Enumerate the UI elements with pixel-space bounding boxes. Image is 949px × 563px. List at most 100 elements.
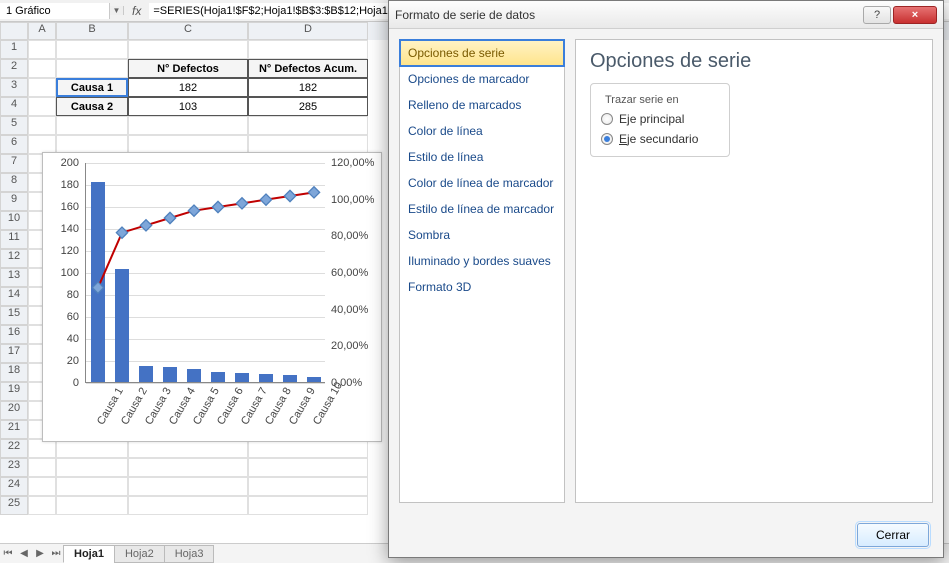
sheet-nav-next-icon[interactable]: ▶ (32, 548, 48, 559)
radio-primary-axis[interactable]: Eje principal (601, 112, 719, 126)
col-header-A[interactable]: A (28, 22, 56, 40)
row-header[interactable]: 17 (0, 344, 28, 363)
row-header[interactable]: 12 (0, 249, 28, 268)
embedded-chart[interactable]: 020406080100120140160180200 0,00%20,00%4… (42, 152, 382, 442)
dialog-nav-item[interactable]: Relleno de marcados (400, 92, 564, 118)
dialog-nav-item[interactable]: Formato 3D (400, 274, 564, 300)
row-header[interactable]: 3 (0, 78, 28, 97)
cell[interactable] (248, 40, 368, 59)
row-header[interactable]: 22 (0, 439, 28, 458)
cell[interactable]: 182 (128, 78, 248, 97)
cell[interactable] (28, 59, 56, 78)
chart-y-axis-primary: 020406080100120140160180200 (43, 163, 83, 383)
cell[interactable] (28, 97, 56, 116)
y-tick-label: 200 (61, 157, 79, 169)
chart-y-axis-secondary: 0,00%20,00%40,00%60,00%80,00%100,00%120,… (327, 163, 381, 383)
cell[interactable]: Causa 2 (56, 97, 128, 116)
cell[interactable] (28, 78, 56, 97)
cell[interactable] (248, 458, 368, 477)
x-tick-label: Causa 10 (311, 380, 345, 427)
cell[interactable] (56, 496, 128, 515)
dialog-nav-item[interactable]: Opciones de serie (399, 39, 565, 67)
cell[interactable] (28, 477, 56, 496)
dialog-nav-item[interactable]: Color de línea (400, 118, 564, 144)
row-header[interactable]: 20 (0, 401, 28, 420)
row-header[interactable]: 23 (0, 458, 28, 477)
cell[interactable]: Causa 1 (56, 78, 128, 97)
dialog-nav-pane: Opciones de serieOpciones de marcadorRel… (399, 39, 565, 503)
cell[interactable] (56, 116, 128, 135)
col-header-D[interactable]: D (248, 22, 368, 40)
row-header[interactable]: 15 (0, 306, 28, 325)
sheet-tab-hoja1[interactable]: Hoja1 (63, 545, 115, 563)
cell[interactable] (128, 458, 248, 477)
row-header[interactable]: 7 (0, 154, 28, 173)
dialog-titlebar[interactable]: Formato de serie de datos ? × (389, 1, 943, 29)
row-header[interactable]: 4 (0, 97, 28, 116)
row-header[interactable]: 8 (0, 173, 28, 192)
row-header[interactable]: 10 (0, 211, 28, 230)
dialog-nav-item[interactable]: Estilo de línea (400, 144, 564, 170)
dialog-nav-item[interactable]: Opciones de marcador (400, 66, 564, 92)
row-header[interactable]: 25 (0, 496, 28, 515)
dialog-title: Formato de serie de datos (395, 8, 861, 22)
help-button[interactable]: ? (863, 6, 891, 24)
row-header[interactable]: 21 (0, 420, 28, 439)
chart-x-axis-labels: Causa 1Causa 2Causa 3Causa 4Causa 5Causa… (85, 385, 325, 437)
cell[interactable] (56, 40, 128, 59)
col-header-C[interactable]: C (128, 22, 248, 40)
name-box-dropdown-icon[interactable]: ▼ (110, 6, 124, 15)
cell[interactable] (248, 477, 368, 496)
col-header-B[interactable]: B (56, 22, 128, 40)
row-header[interactable]: 13 (0, 268, 28, 287)
cell[interactable]: 103 (128, 97, 248, 116)
close-icon[interactable]: × (893, 6, 937, 24)
cell[interactable] (28, 496, 56, 515)
row-header[interactable]: 11 (0, 230, 28, 249)
cell[interactable] (128, 116, 248, 135)
cell[interactable] (28, 458, 56, 477)
plot-on-group: Trazar serie en Eje principal Eje secund… (590, 83, 730, 157)
cell[interactable]: 182 (248, 78, 368, 97)
close-button[interactable]: Cerrar (857, 523, 929, 547)
row-header[interactable]: 1 (0, 40, 28, 59)
dialog-nav-item[interactable]: Estilo de línea de marcador (400, 196, 564, 222)
row-header[interactable]: 2 (0, 59, 28, 78)
y-tick-label: 120 (61, 245, 79, 257)
cell[interactable] (56, 458, 128, 477)
row-header[interactable]: 24 (0, 477, 28, 496)
cell[interactable] (28, 116, 56, 135)
radio-secondary-axis[interactable]: Eje secundario (601, 132, 719, 146)
sheet-nav-first-icon[interactable]: ⏮ (0, 548, 16, 559)
cell[interactable]: N° Defectos (128, 59, 248, 78)
row-header[interactable]: 18 (0, 363, 28, 382)
dialog-nav-item[interactable]: Iluminado y bordes suaves (400, 248, 564, 274)
row-header[interactable]: 6 (0, 135, 28, 154)
sheet-tab-hoja2[interactable]: Hoja2 (114, 545, 165, 563)
dialog-nav-item[interactable]: Color de línea de marcador (400, 170, 564, 196)
cell[interactable]: 285 (248, 97, 368, 116)
cell[interactable] (128, 40, 248, 59)
cell[interactable] (248, 496, 368, 515)
cell[interactable] (128, 477, 248, 496)
cell[interactable] (28, 40, 56, 59)
cell[interactable] (56, 477, 128, 496)
sheet-tab-hoja3[interactable]: Hoja3 (164, 545, 215, 563)
cell[interactable] (128, 496, 248, 515)
select-all-corner[interactable] (0, 22, 28, 40)
row-header[interactable]: 19 (0, 382, 28, 401)
fx-label[interactable]: fx (124, 2, 149, 20)
cell[interactable] (56, 59, 128, 78)
chart-plot-area[interactable] (85, 163, 325, 383)
row-header[interactable]: 9 (0, 192, 28, 211)
dialog-nav-item[interactable]: Sombra (400, 222, 564, 248)
cell[interactable]: N° Defectos Acum. (248, 59, 368, 78)
sheet-nav-prev-icon[interactable]: ◀ (16, 548, 32, 559)
row-header[interactable]: 14 (0, 287, 28, 306)
row-header[interactable]: 16 (0, 325, 28, 344)
y2-tick-label: 60,00% (331, 267, 368, 279)
name-box[interactable]: 1 Gráfico (0, 3, 110, 19)
sheet-nav-last-icon[interactable]: ⏭ (48, 548, 64, 559)
row-header[interactable]: 5 (0, 116, 28, 135)
cell[interactable] (248, 116, 368, 135)
